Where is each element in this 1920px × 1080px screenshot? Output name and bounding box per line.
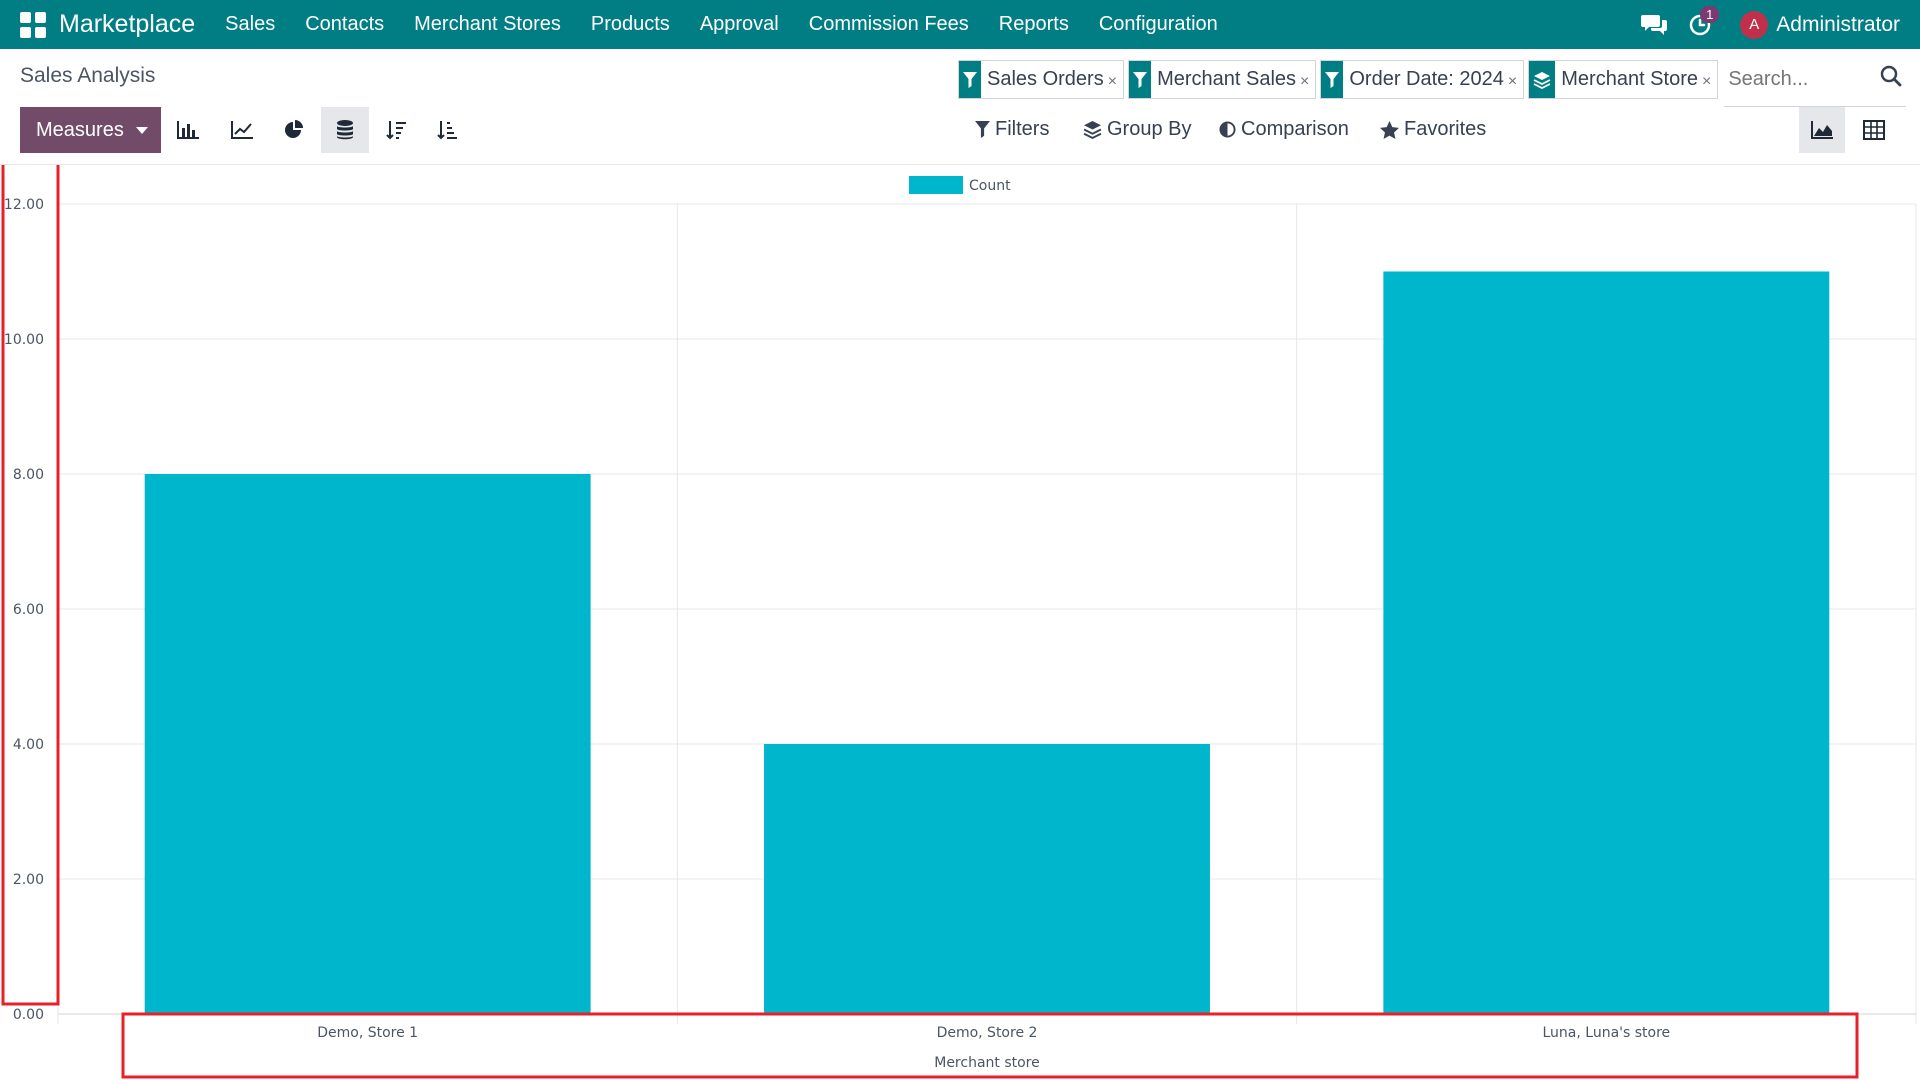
bar-chart-icon	[177, 121, 199, 139]
avatar[interactable]: A	[1740, 10, 1769, 39]
measures-button[interactable]: Measures	[20, 107, 161, 153]
user-menu[interactable]: Administrator	[1776, 13, 1900, 37]
comparison-label: Comparison	[1241, 118, 1349, 140]
facet-remove-button[interactable]: ×	[1702, 61, 1717, 98]
sort-ascending-button[interactable]	[423, 107, 471, 153]
menu-merchant-stores[interactable]: Merchant Stores	[399, 0, 576, 49]
apps-menu-icon[interactable]	[20, 11, 46, 38]
facet-label: Order Date: 2024	[1349, 68, 1504, 90]
filter-icon	[1129, 61, 1152, 98]
filter-icon	[1321, 61, 1344, 98]
menu-contacts[interactable]: Contacts	[290, 0, 399, 49]
filters-dropdown[interactable]: Filters	[975, 118, 1049, 141]
menu-sales[interactable]: Sales	[210, 0, 290, 49]
table-grid-icon	[1863, 120, 1885, 140]
sort-descending-button[interactable]	[372, 107, 420, 153]
y-tick-label: 12.00	[4, 197, 44, 213]
search-facets: Sales Orders × Merchant Sales × Order Da…	[958, 60, 1863, 99]
search-icon[interactable]	[1880, 65, 1902, 92]
comparison-dropdown[interactable]: Comparison	[1219, 118, 1349, 141]
favorites-label: Favorites	[1404, 118, 1487, 140]
layers-icon	[1083, 121, 1102, 139]
x-tick-label: Demo, Store 2	[937, 1025, 1038, 1041]
menu-approval[interactable]: Approval	[685, 0, 794, 49]
stacked-button[interactable]	[321, 107, 369, 153]
top-navbar: Marketplace Sales Contacts Merchant Stor…	[0, 0, 1920, 49]
facet-remove-button[interactable]: ×	[1508, 61, 1523, 98]
legend-swatch	[909, 176, 963, 194]
x-tick-label: Luna, Luna's store	[1542, 1025, 1670, 1041]
page-title: Sales Analysis	[20, 64, 156, 87]
area-chart-icon	[1811, 121, 1833, 139]
facet-merchant-sales[interactable]: Merchant Sales ×	[1128, 60, 1317, 99]
pivot-view-button[interactable]	[1851, 107, 1897, 153]
sales-bar-chart: 0.00 2.00 4.00 6.00 8.00 10.00 12.00 Demo, Stor…	[1, 165, 1917, 1079]
pie-chart-icon	[285, 120, 303, 138]
favorites-dropdown[interactable]: Favorites	[1380, 118, 1486, 141]
y-tick-label: 6.00	[13, 602, 44, 618]
facet-merchant-store[interactable]: Merchant Store ×	[1528, 60, 1719, 99]
y-tick-label: 2.00	[13, 872, 44, 888]
facet-remove-button[interactable]: ×	[1300, 61, 1315, 98]
y-tick-label: 8.00	[13, 467, 44, 483]
bar-2[interactable]	[1383, 271, 1830, 1015]
menu-commission-fees[interactable]: Commission Fees	[794, 0, 984, 49]
group-by-dropdown[interactable]: Group By	[1083, 118, 1191, 141]
x-axis-title: Merchant store	[934, 1055, 1040, 1071]
half-circle-icon	[1219, 121, 1236, 138]
activity-clock-icon[interactable]: 1	[1680, 0, 1720, 49]
messaging-icon[interactable]	[1634, 0, 1674, 49]
activity-badge: 1	[1700, 6, 1720, 23]
group-by-label: Group By	[1107, 118, 1192, 140]
y-tick-label: 0.00	[13, 1007, 44, 1023]
navbar-systray: 1 A Administrator	[1634, 0, 1920, 49]
filter-icon	[975, 121, 990, 138]
y-tick-label: 4.00	[13, 737, 44, 753]
group-by-icon	[1529, 61, 1556, 98]
x-tick-label: Demo, Store 1	[317, 1025, 418, 1041]
filters-label: Filters	[995, 118, 1050, 140]
facet-remove-button[interactable]: ×	[1108, 61, 1123, 98]
y-tick-label: 10.00	[4, 332, 44, 348]
app-brand[interactable]: Marketplace	[59, 10, 195, 39]
sort-ascending-icon	[437, 121, 457, 140]
database-stack-icon	[337, 120, 353, 140]
caret-down-icon	[135, 126, 148, 134]
search-input[interactable]	[1722, 60, 1863, 99]
measures-label: Measures	[36, 118, 124, 141]
star-icon	[1380, 120, 1399, 139]
filter-icon	[959, 61, 981, 98]
facet-label: Merchant Sales	[1157, 68, 1297, 90]
menu-products[interactable]: Products	[576, 0, 685, 49]
sort-descending-icon	[386, 121, 406, 140]
bar-0[interactable]	[144, 474, 591, 1014]
legend-label: Count	[969, 178, 1011, 194]
menu-configuration[interactable]: Configuration	[1084, 0, 1233, 49]
facet-sales-orders[interactable]: Sales Orders ×	[958, 60, 1125, 99]
graph-view-button[interactable]	[1799, 107, 1845, 153]
bar-chart-button[interactable]	[164, 107, 212, 153]
line-chart-button[interactable]	[218, 107, 266, 153]
bar-1[interactable]	[764, 744, 1210, 1014]
facet-order-date[interactable]: Order Date: 2024 ×	[1320, 60, 1525, 99]
facet-label: Merchant Store	[1561, 68, 1698, 90]
line-chart-icon	[231, 121, 253, 139]
pie-chart-button[interactable]	[270, 107, 318, 153]
menu-reports[interactable]: Reports	[984, 0, 1084, 49]
facet-label: Sales Orders	[987, 68, 1104, 90]
